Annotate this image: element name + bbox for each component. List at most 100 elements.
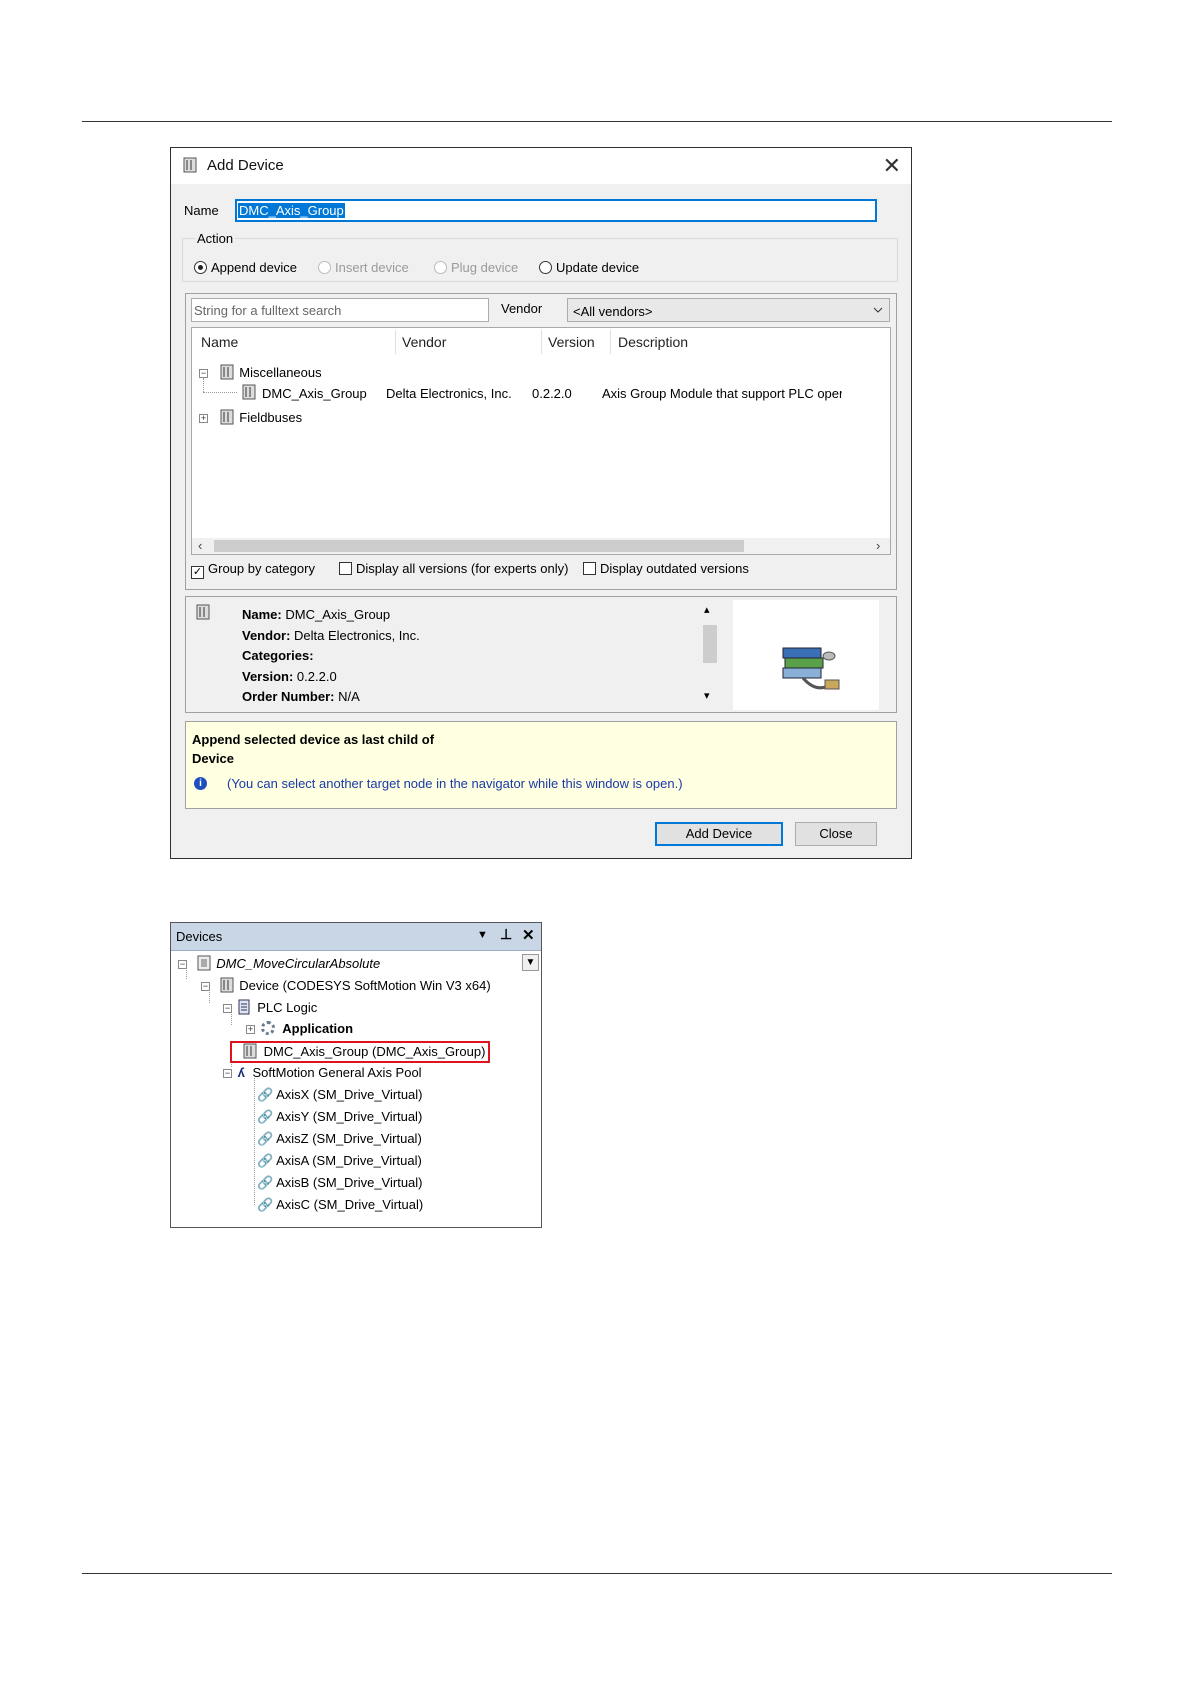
add-device-button[interactable]: Add Device [655, 822, 783, 846]
checkbox-box [583, 562, 596, 575]
axis-icon: 🔗 [257, 1175, 274, 1190]
scroll-right-icon[interactable]: › [876, 538, 880, 553]
chevron-down-icon [873, 307, 883, 313]
project-icon [197, 955, 211, 971]
axis-icon: 🔗 [257, 1109, 274, 1124]
info-version-value: 0.2.2.0 [296, 668, 337, 684]
vendor-select-value: <All vendors> [573, 304, 653, 319]
tree-item-label: DMC_Axis_Group (DMC_Axis_Group) [263, 1044, 486, 1059]
close-icon[interactable]: ✕ [883, 153, 901, 179]
column-separator [395, 330, 396, 354]
tree-item-project[interactable]: − DMC_MoveCircularAbsolute [178, 955, 380, 971]
device-icon [220, 977, 234, 993]
radio-label: Update device [556, 260, 640, 275]
checkmark-icon: ✓ [191, 566, 204, 579]
tree-item-axisx[interactable]: 🔗 AxisX (SM_Drive_Virtual) [257, 1087, 423, 1103]
expand-icon[interactable]: + [246, 1025, 255, 1034]
axis-icon: 🔗 [257, 1197, 274, 1212]
info-order-value: N/A [338, 689, 360, 704]
dialog-title: Add Device [207, 157, 284, 174]
collapse-icon[interactable]: − [178, 960, 187, 969]
dropdown-button[interactable]: ▼ [522, 954, 539, 971]
radio-indicator [434, 261, 447, 274]
hint-line-2: Device [192, 751, 234, 766]
close-icon[interactable]: ✕ [522, 926, 535, 944]
tree-line [254, 1078, 255, 1205]
scrollbar-thumb[interactable] [703, 625, 717, 663]
column-header-version[interactable]: Version [548, 334, 595, 350]
collapse-icon[interactable]: − [223, 1069, 232, 1078]
tree-item-application[interactable]: + Application [246, 1021, 353, 1036]
collapse-icon[interactable]: − [201, 982, 210, 991]
tree-row-miscellaneous[interactable]: − Miscellaneous [199, 364, 322, 380]
tree-item-axis-pool[interactable]: − ʎ SoftMotion General Axis Pool [223, 1065, 422, 1080]
device-icon [220, 364, 234, 380]
tree-line [203, 392, 237, 393]
name-input[interactable]: DMC_Axis_Group [235, 199, 877, 222]
close-button[interactable]: Close [795, 822, 877, 846]
column-header-vendor[interactable]: Vendor [402, 334, 446, 350]
tree-row-description: Axis Group Module that support PLC open … [602, 386, 842, 401]
checkbox-group-by-category[interactable]: ✓ Group by category [191, 561, 315, 579]
expand-icon[interactable]: + [199, 414, 208, 423]
tree-row-version: 0.2.2.0 [532, 386, 572, 401]
tree-item-label: AxisY (SM_Drive_Virtual) [276, 1109, 423, 1124]
horizontal-scrollbar[interactable]: ‹ › [192, 538, 890, 554]
info-vendor-value: Delta Electronics, Inc. [294, 627, 420, 643]
info-name-value: DMC_Axis_Group [285, 607, 391, 622]
tree-item-device[interactable]: − Device (CODESYS SoftMotion Win V3 x64) [201, 977, 491, 993]
device-icon [243, 1043, 257, 1059]
tree-row-label: Fieldbuses [239, 410, 303, 425]
tree-item-axisa[interactable]: 🔗 AxisA (SM_Drive_Virtual) [257, 1153, 422, 1169]
radio-indicator [539, 261, 552, 274]
tree-row-fieldbuses[interactable]: + Fieldbuses [199, 409, 302, 425]
column-header-description[interactable]: Description [618, 334, 688, 350]
checkbox-label: Display outdated versions [600, 561, 749, 576]
tree-item-label: AxisA (SM_Drive_Virtual) [276, 1153, 422, 1168]
tree-row-vendor: Delta Electronics, Inc. [386, 386, 512, 401]
search-placeholder: String for a fulltext search [194, 303, 342, 318]
device-icon [196, 604, 210, 620]
collapse-icon[interactable]: − [199, 369, 208, 378]
scrollbar-thumb[interactable] [214, 540, 744, 552]
info-order-key: Order Number: [242, 689, 335, 704]
checkbox-label: Display all versions (for experts only) [356, 561, 569, 576]
radio-label: Plug device [451, 260, 519, 275]
checkbox-display-outdated[interactable]: Display outdated versions [583, 561, 749, 576]
tree-item-label: AxisX (SM_Drive_Virtual) [276, 1087, 423, 1102]
checkbox-display-all-versions[interactable]: Display all versions (for experts only) [339, 561, 568, 576]
scroll-down-icon[interactable]: ▾ [704, 689, 710, 702]
tree-item-axisy[interactable]: 🔗 AxisY (SM_Drive_Virtual) [257, 1109, 422, 1125]
action-label: Action [195, 231, 236, 246]
tree-item-plc-logic[interactable]: − PLC Logic [223, 999, 317, 1015]
scroll-left-icon[interactable]: ‹ [198, 538, 202, 553]
radio-append-device[interactable]: Append device [194, 260, 297, 275]
scroll-up-icon[interactable]: ▴ [704, 603, 710, 616]
tree-item-axisz[interactable]: 🔗 AxisZ (SM_Drive_Virtual) [257, 1131, 422, 1147]
tree-item-axisc[interactable]: 🔗 AxisC (SM_Drive_Virtual) [257, 1197, 423, 1213]
column-header-name[interactable]: Name [201, 334, 238, 350]
devices-panel: Devices ▼ ⊥ ✕ ▼ − DMC_MoveCircularAbsolu… [170, 922, 542, 1228]
device-preview-image [733, 600, 879, 710]
collapse-icon[interactable]: − [223, 1004, 232, 1013]
tree-item-label: AxisZ (SM_Drive_Virtual) [276, 1131, 422, 1146]
radio-update-device[interactable]: Update device [539, 260, 639, 275]
radio-insert-device[interactable]: Insert device [318, 260, 409, 275]
tree-item-axisb[interactable]: 🔗 AxisB (SM_Drive_Virtual) [257, 1175, 423, 1191]
radio-plug-device[interactable]: Plug device [434, 260, 518, 275]
tree-row-label: Miscellaneous [239, 365, 322, 380]
tree-item-dmc-axis-group[interactable]: DMC_Axis_Group (DMC_Axis_Group) [243, 1043, 485, 1059]
tree-row-label: DMC_Axis_Group [262, 386, 367, 401]
dialog-titlebar: Add Device ✕ [171, 148, 911, 184]
radio-indicator [194, 261, 207, 274]
vendor-select[interactable]: <All vendors> [567, 298, 890, 322]
fulltext-search-input[interactable]: String for a fulltext search [191, 298, 489, 322]
plc-logic-icon [238, 999, 250, 1015]
device-list[interactable]: Name Vendor Version Description − Miscel… [191, 327, 891, 555]
axis-icon: 🔗 [257, 1087, 274, 1102]
info-vertical-scrollbar[interactable]: ▴ ▾ [701, 601, 719, 707]
dropdown-icon[interactable]: ▼ [477, 929, 488, 941]
add-device-dialog: Add Device ✕ Name DMC_Axis_Group Action … [170, 147, 912, 859]
pin-icon[interactable]: ⊥ [500, 926, 512, 943]
info-icon: i [194, 777, 207, 790]
